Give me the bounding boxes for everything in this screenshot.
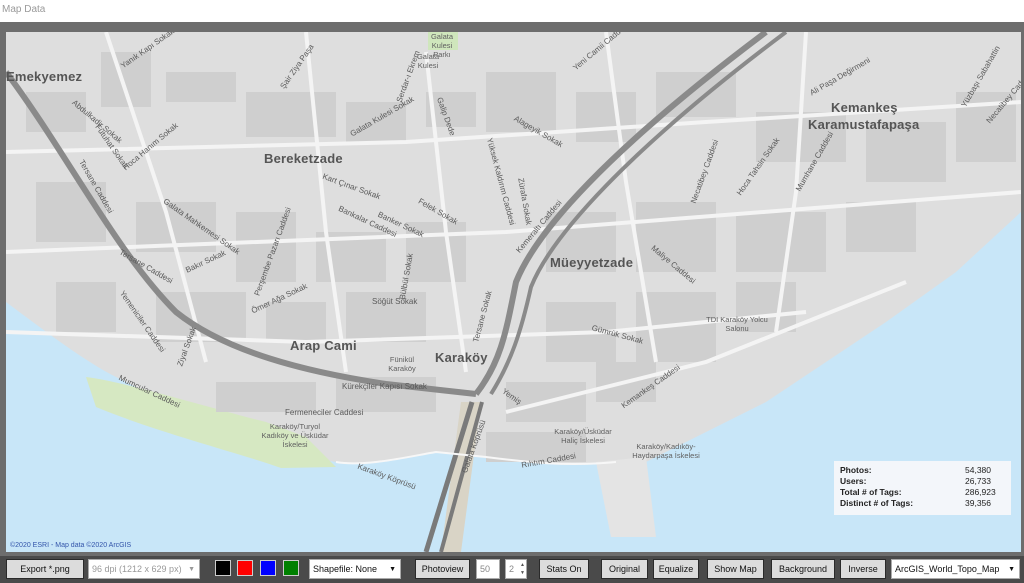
stepper-value: 2 [509, 564, 515, 574]
neighborhood-label: Bereketzade [264, 151, 343, 166]
stats-label: Distinct # of Tags: [840, 498, 914, 508]
stats-row-users: Users: 26,733 [840, 476, 1005, 487]
bottom-toolbar: Export *.png 96 dpi (1212 x 629 px) ▼ Sh… [0, 556, 1024, 583]
stats-label: Users: [840, 476, 867, 486]
show-map-button[interactable]: Show Map [707, 559, 764, 579]
inverse-button[interactable]: Inverse [840, 559, 886, 579]
dpi-select[interactable]: 96 dpi (1212 x 629 px) ▼ [88, 559, 200, 579]
chevron-down-icon: ▼ [1008, 566, 1015, 573]
color-swatch-black[interactable] [215, 560, 231, 576]
number-stepper[interactable]: 2 ▲ ▼ [505, 559, 527, 579]
equalize-button[interactable]: Equalize [653, 559, 699, 579]
place-label: Karaköy/Üsküdar Haliç İskelesi [554, 427, 612, 445]
window-title: Map Data [2, 4, 46, 15]
stats-on-button[interactable]: Stats On [539, 559, 589, 579]
dpi-value: 96 dpi (1212 x 629 px) [92, 564, 182, 574]
basemap-select[interactable]: ArcGIS_World_Topo_Map ▼ [891, 559, 1020, 579]
neighborhood-label: Arap Cami [290, 338, 357, 353]
stats-value: 54,380 [965, 465, 991, 475]
original-button[interactable]: Original [601, 559, 648, 579]
stats-value: 39,356 [965, 498, 991, 508]
neighborhood-label: Karaköy [435, 350, 488, 365]
shapefile-value: Shapefile: None [313, 564, 378, 574]
title-bar: Map Data [0, 0, 1024, 22]
color-swatch-green[interactable] [283, 560, 299, 576]
photoview-input[interactable]: 50 [476, 559, 500, 579]
export-png-button[interactable]: Export *.png [6, 559, 84, 579]
stats-panel: Photos: 54,380 Users: 26,733 Total # of Ta… [834, 461, 1011, 515]
stepper-arrows-icon[interactable]: ▲ ▼ [520, 561, 525, 577]
stats-label: Total # of Tags: [840, 487, 902, 497]
chevron-down-icon: ▼ [188, 566, 195, 573]
map-copyright: ©2020 ESRI - Map data ©2020 ArcGIS [10, 542, 132, 549]
stats-row-distinct-tags: Distinct # of Tags: 39,356 [840, 498, 1005, 509]
photoview-button[interactable]: Photoview [415, 559, 470, 579]
place-label: TDI Karaköy Yolcu Salonu [706, 315, 768, 333]
background-button[interactable]: Background [771, 559, 835, 579]
street-label: Fermeneciler Caddesi [285, 408, 364, 417]
neighborhood-label: Karamustafapaşa [808, 117, 920, 132]
chevron-down-icon: ▼ [389, 566, 396, 573]
basemap-value: ArcGIS_World_Topo_Map [895, 564, 1000, 574]
neighborhood-label: Emekyemez [6, 69, 83, 84]
shapefile-select[interactable]: Shapefile: None ▼ [309, 559, 401, 579]
neighborhood-label: Kemankeş [831, 100, 898, 115]
stats-label: Photos: [840, 465, 872, 475]
place-label: Fünikül Karaköy [388, 355, 416, 373]
stats-row-total-tags: Total # of Tags: 286,923 [840, 487, 1005, 498]
stats-value: 286,923 [965, 487, 996, 497]
color-swatch-blue[interactable] [260, 560, 276, 576]
street-label: Kürekçiler Kapısı Sokak [342, 382, 427, 391]
place-label: Karaköy/Kadıköy-Haydarpaşa İskelesi [632, 442, 700, 460]
street-label: Söğüt Sokak [372, 297, 418, 306]
stats-row-photos: Photos: 54,380 [840, 465, 1005, 476]
color-swatch-red[interactable] [237, 560, 253, 576]
place-label: Galata Kulesi [416, 52, 440, 70]
neighborhood-label: Müeyyetzade [550, 255, 634, 270]
place-label: Karaköy/Turyol Kadıköy ve Üsküdar İskele… [261, 422, 329, 449]
stats-value: 26,733 [965, 476, 991, 486]
